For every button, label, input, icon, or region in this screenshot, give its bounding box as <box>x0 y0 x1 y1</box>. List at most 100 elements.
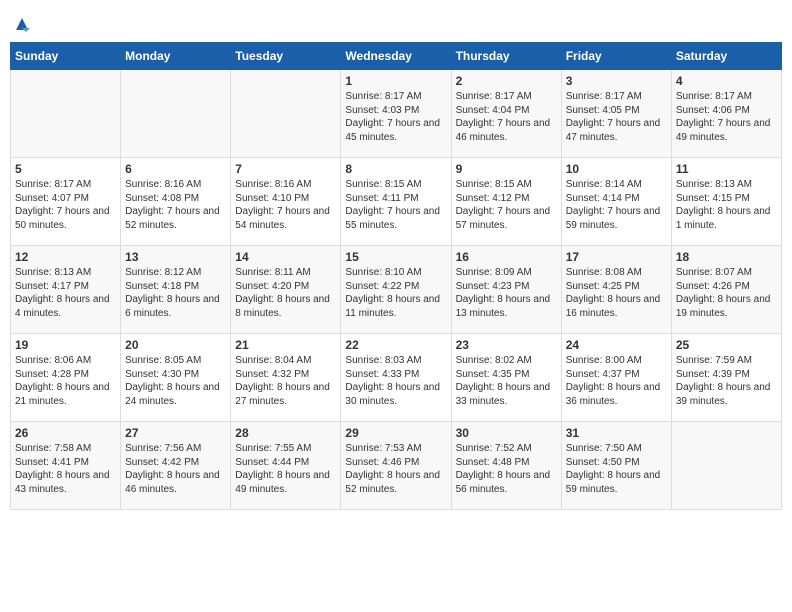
day-number: 14 <box>235 250 336 264</box>
calendar-cell: 23 Sunrise: 8:02 AM Sunset: 4:35 PM Dayli… <box>451 334 561 422</box>
calendar-table: SundayMondayTuesdayWednesdayThursdayFrid… <box>10 42 782 510</box>
day-number: 7 <box>235 162 336 176</box>
weekday-header: Saturday <box>671 43 781 70</box>
day-number: 23 <box>456 338 557 352</box>
day-number: 8 <box>345 162 446 176</box>
cell-info: Sunrise: 8:17 AM Sunset: 4:06 PM Dayligh… <box>676 90 777 144</box>
cell-info: Sunrise: 8:05 AM Sunset: 4:30 PM Dayligh… <box>125 354 226 408</box>
cell-info: Sunrise: 8:04 AM Sunset: 4:32 PM Dayligh… <box>235 354 336 408</box>
cell-info: Sunrise: 8:03 AM Sunset: 4:33 PM Dayligh… <box>345 354 446 408</box>
calendar-cell: 22 Sunrise: 8:03 AM Sunset: 4:33 PM Dayli… <box>341 334 451 422</box>
cell-info: Sunrise: 8:10 AM Sunset: 4:22 PM Dayligh… <box>345 266 446 320</box>
calendar-cell: 11 Sunrise: 8:13 AM Sunset: 4:15 PM Dayli… <box>671 158 781 246</box>
calendar-cell: 21 Sunrise: 8:04 AM Sunset: 4:32 PM Dayli… <box>231 334 341 422</box>
calendar-cell <box>11 70 121 158</box>
cell-info: Sunrise: 8:11 AM Sunset: 4:20 PM Dayligh… <box>235 266 336 320</box>
calendar-cell: 5 Sunrise: 8:17 AM Sunset: 4:07 PM Daylig… <box>11 158 121 246</box>
calendar-week-row: 12 Sunrise: 8:13 AM Sunset: 4:17 PM Dayli… <box>11 246 782 334</box>
calendar-cell <box>121 70 231 158</box>
calendar-cell: 24 Sunrise: 8:00 AM Sunset: 4:37 PM Dayli… <box>561 334 671 422</box>
cell-info: Sunrise: 8:14 AM Sunset: 4:14 PM Dayligh… <box>566 178 667 232</box>
cell-info: Sunrise: 8:15 AM Sunset: 4:11 PM Dayligh… <box>345 178 446 232</box>
day-number: 31 <box>566 426 667 440</box>
weekday-header: Wednesday <box>341 43 451 70</box>
day-number: 19 <box>15 338 116 352</box>
cell-info: Sunrise: 7:59 AM Sunset: 4:39 PM Dayligh… <box>676 354 777 408</box>
day-number: 26 <box>15 426 116 440</box>
calendar-cell: 15 Sunrise: 8:10 AM Sunset: 4:22 PM Dayli… <box>341 246 451 334</box>
calendar-cell: 14 Sunrise: 8:11 AM Sunset: 4:20 PM Dayli… <box>231 246 341 334</box>
day-number: 11 <box>676 162 777 176</box>
cell-info: Sunrise: 8:15 AM Sunset: 4:12 PM Dayligh… <box>456 178 557 232</box>
day-number: 22 <box>345 338 446 352</box>
day-number: 9 <box>456 162 557 176</box>
calendar-cell: 20 Sunrise: 8:05 AM Sunset: 4:30 PM Dayli… <box>121 334 231 422</box>
calendar-cell: 29 Sunrise: 7:53 AM Sunset: 4:46 PM Dayli… <box>341 422 451 510</box>
cell-info: Sunrise: 7:55 AM Sunset: 4:44 PM Dayligh… <box>235 442 336 496</box>
calendar-cell: 10 Sunrise: 8:14 AM Sunset: 4:14 PM Dayli… <box>561 158 671 246</box>
day-number: 12 <box>15 250 116 264</box>
day-number: 6 <box>125 162 226 176</box>
day-number: 29 <box>345 426 446 440</box>
calendar-week-row: 5 Sunrise: 8:17 AM Sunset: 4:07 PM Daylig… <box>11 158 782 246</box>
day-number: 1 <box>345 74 446 88</box>
calendar-cell: 4Sunrise: 8:17 AM Sunset: 4:06 PM Daylig… <box>671 70 781 158</box>
page-header <box>10 10 782 34</box>
day-number: 13 <box>125 250 226 264</box>
calendar-cell: 12 Sunrise: 8:13 AM Sunset: 4:17 PM Dayli… <box>11 246 121 334</box>
calendar-week-row: 26 Sunrise: 7:58 AM Sunset: 4:41 PM Dayli… <box>11 422 782 510</box>
day-number: 21 <box>235 338 336 352</box>
calendar-week-row: 1 Sunrise: 8:17 AM Sunset: 4:03 PM Daylig… <box>11 70 782 158</box>
cell-info: Sunrise: 8:17 AM Sunset: 4:05 PM Dayligh… <box>566 90 667 144</box>
calendar-cell: 26 Sunrise: 7:58 AM Sunset: 4:41 PM Dayli… <box>11 422 121 510</box>
cell-info: Sunrise: 8:13 AM Sunset: 4:15 PM Dayligh… <box>676 178 777 232</box>
calendar-cell: 17 Sunrise: 8:08 AM Sunset: 4:25 PM Dayli… <box>561 246 671 334</box>
calendar-cell: 16Sunrise: 8:09 AM Sunset: 4:23 PM Dayli… <box>451 246 561 334</box>
calendar-cell: 9 Sunrise: 8:15 AM Sunset: 4:12 PM Daylig… <box>451 158 561 246</box>
day-number: 15 <box>345 250 446 264</box>
weekday-header: Monday <box>121 43 231 70</box>
day-number: 10 <box>566 162 667 176</box>
weekday-header-row: SundayMondayTuesdayWednesdayThursdayFrid… <box>11 43 782 70</box>
cell-info: Sunrise: 8:17 AM Sunset: 4:07 PM Dayligh… <box>15 178 116 232</box>
calendar-cell: 1 Sunrise: 8:17 AM Sunset: 4:03 PM Daylig… <box>341 70 451 158</box>
calendar-cell <box>231 70 341 158</box>
calendar-cell: 31 Sunrise: 7:50 AM Sunset: 4:50 PM Dayli… <box>561 422 671 510</box>
calendar-cell: 2 Sunrise: 8:17 AM Sunset: 4:04 PM Daylig… <box>451 70 561 158</box>
cell-info: Sunrise: 7:53 AM Sunset: 4:46 PM Dayligh… <box>345 442 446 496</box>
calendar-cell: 13 Sunrise: 8:12 AM Sunset: 4:18 PM Dayli… <box>121 246 231 334</box>
cell-info: Sunrise: 8:17 AM Sunset: 4:03 PM Dayligh… <box>345 90 446 144</box>
cell-info: Sunrise: 7:56 AM Sunset: 4:42 PM Dayligh… <box>125 442 226 496</box>
weekday-header: Tuesday <box>231 43 341 70</box>
day-number: 3 <box>566 74 667 88</box>
calendar-cell: 28 Sunrise: 7:55 AM Sunset: 4:44 PM Dayli… <box>231 422 341 510</box>
cell-info: Sunrise: 7:50 AM Sunset: 4:50 PM Dayligh… <box>566 442 667 496</box>
cell-info: Sunrise: 8:13 AM Sunset: 4:17 PM Dayligh… <box>15 266 116 320</box>
cell-info: Sunrise: 8:08 AM Sunset: 4:25 PM Dayligh… <box>566 266 667 320</box>
cell-info: Sunrise: 7:58 AM Sunset: 4:41 PM Dayligh… <box>15 442 116 496</box>
cell-info: Sunrise: 7:52 AM Sunset: 4:48 PM Dayligh… <box>456 442 557 496</box>
calendar-cell: 18Sunrise: 8:07 AM Sunset: 4:26 PM Dayli… <box>671 246 781 334</box>
cell-info: Sunrise: 8:02 AM Sunset: 4:35 PM Dayligh… <box>456 354 557 408</box>
calendar-week-row: 19 Sunrise: 8:06 AM Sunset: 4:28 PM Dayli… <box>11 334 782 422</box>
calendar-cell: 7 Sunrise: 8:16 AM Sunset: 4:10 PM Daylig… <box>231 158 341 246</box>
cell-info: Sunrise: 8:12 AM Sunset: 4:18 PM Dayligh… <box>125 266 226 320</box>
day-number: 30 <box>456 426 557 440</box>
cell-info: Sunrise: 8:00 AM Sunset: 4:37 PM Dayligh… <box>566 354 667 408</box>
calendar-cell: 25Sunrise: 7:59 AM Sunset: 4:39 PM Dayli… <box>671 334 781 422</box>
day-number: 28 <box>235 426 336 440</box>
cell-info: Sunrise: 8:17 AM Sunset: 4:04 PM Dayligh… <box>456 90 557 144</box>
day-number: 20 <box>125 338 226 352</box>
day-number: 2 <box>456 74 557 88</box>
logo <box>10 14 32 34</box>
day-number: 17 <box>566 250 667 264</box>
calendar-cell: 3 Sunrise: 8:17 AM Sunset: 4:05 PM Daylig… <box>561 70 671 158</box>
weekday-header: Friday <box>561 43 671 70</box>
day-number: 24 <box>566 338 667 352</box>
cell-info: Sunrise: 8:16 AM Sunset: 4:10 PM Dayligh… <box>235 178 336 232</box>
day-number: 5 <box>15 162 116 176</box>
calendar-cell: 8 Sunrise: 8:15 AM Sunset: 4:11 PM Daylig… <box>341 158 451 246</box>
cell-info: Sunrise: 8:06 AM Sunset: 4:28 PM Dayligh… <box>15 354 116 408</box>
cell-info: Sunrise: 8:09 AM Sunset: 4:23 PM Dayligh… <box>456 266 557 320</box>
day-number: 27 <box>125 426 226 440</box>
